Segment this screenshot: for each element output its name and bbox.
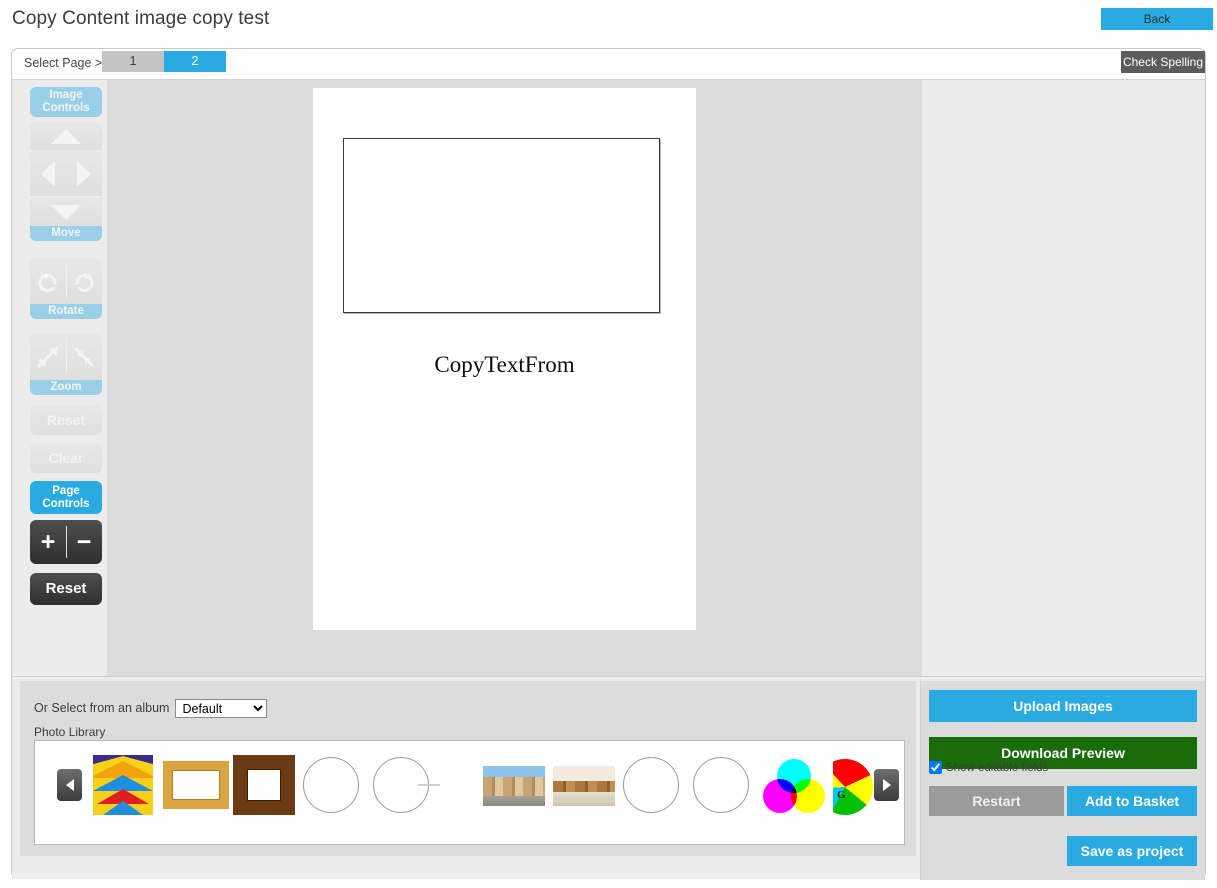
page-controls-label-line2: Controls (42, 498, 89, 511)
photo-library-panel: Or Select from an album Default Photo Lib… (20, 681, 916, 856)
restart-button[interactable]: Restart (929, 786, 1064, 816)
back-button[interactable]: Back (1101, 8, 1213, 30)
chevron-right-glyph (883, 779, 891, 791)
rotate-counterclockwise-icon[interactable] (35, 268, 61, 294)
image-placeholder-box[interactable] (343, 138, 660, 313)
select-page-label: Select Page > (24, 56, 102, 70)
album-select[interactable]: Default (175, 699, 267, 718)
page-title: Copy Content image copy test (12, 8, 269, 30)
arrow-up-icon (51, 129, 81, 144)
color-wheel-letter: G (837, 789, 846, 801)
canvas-area: CopyTextFrom (107, 80, 922, 677)
move-down-button[interactable] (30, 198, 102, 226)
page-tab-bar: Select Page > 1 2 Check Spelling (12, 49, 1205, 79)
apartment-building-photo-thumbnail[interactable] (483, 766, 545, 806)
photo-library-label: Photo Library (34, 725, 105, 739)
move-up-button[interactable] (30, 122, 102, 150)
empty-circle-thumbnail[interactable] (693, 757, 749, 813)
page-reset-button[interactable]: Reset (30, 573, 102, 605)
add-to-basket-button[interactable]: Add to Basket (1067, 786, 1197, 816)
arrow-left-icon[interactable] (41, 161, 55, 187)
image-clear-button[interactable]: Clear (30, 443, 102, 473)
color-wheel-thumbnail[interactable]: G (833, 759, 873, 815)
page-controls-header[interactable]: Page Controls (30, 481, 102, 514)
show-editable-fields-checkbox[interactable] (929, 761, 942, 774)
show-editable-fields-row[interactable]: Show editable fields (929, 761, 1048, 774)
image-controls-header[interactable]: Image Controls (30, 87, 102, 117)
color-wheel-disc (833, 759, 873, 815)
move-caption: Move (30, 226, 102, 241)
page-tab-1[interactable]: 1 (102, 51, 164, 72)
check-spelling-button[interactable]: Check Spelling (1121, 51, 1205, 73)
image-reset-button[interactable]: Reset (30, 405, 102, 435)
collapse-arrows-icon[interactable] (71, 344, 97, 370)
yellow-circle (791, 779, 825, 813)
rotate-buttons[interactable] (30, 258, 102, 304)
blank-line-thumbnail[interactable] (418, 784, 440, 786)
app-panel: Select Page > 1 2 Check Spelling Image C… (11, 48, 1206, 879)
thumbnail-strip: G (34, 740, 905, 845)
image-controls-label-line1: Image (49, 89, 82, 102)
divider (66, 340, 67, 374)
chevron-left-glyph (66, 779, 74, 791)
chevron-right-icon[interactable] (874, 769, 899, 801)
divider (66, 264, 67, 298)
upload-images-button[interactable]: Upload Images (929, 690, 1197, 722)
tool-rail: Image Controls Move (21, 80, 105, 670)
save-as-project-button[interactable]: Save as project (1067, 836, 1197, 866)
action-panel: Upload Images Download Preview Show edit… (920, 681, 1205, 880)
brown-picture-frame-thumbnail[interactable] (233, 755, 295, 815)
zoom-buttons[interactable] (30, 334, 102, 380)
zoom-caption: Zoom (30, 380, 102, 395)
workspace: Image Controls Move (12, 79, 1205, 676)
empty-circle-thumbnail[interactable] (303, 757, 359, 813)
rotate-clockwise-icon[interactable] (71, 268, 97, 294)
rotate-caption: Rotate (30, 304, 102, 319)
empty-circle-thumbnail[interactable] (623, 757, 679, 813)
page-zoom-out-button[interactable]: − (66, 520, 102, 564)
chevron-shape (103, 801, 143, 815)
canvas-text-block[interactable]: CopyTextFrom (313, 352, 696, 378)
show-editable-fields-label: Show editable fields (946, 762, 1048, 774)
arrow-right-icon[interactable] (77, 161, 91, 187)
album-selector-row: Or Select from an album Default (34, 699, 267, 718)
chevron-left-icon[interactable] (57, 769, 82, 801)
image-controls-label-line2: Controls (42, 102, 89, 115)
page-zoom-buttons[interactable]: + − (30, 520, 102, 564)
canvas-page[interactable]: CopyTextFrom (313, 88, 696, 630)
kitchen-interior-photo-thumbnail[interactable] (553, 766, 615, 806)
cmy-color-circles-thumbnail[interactable] (763, 759, 825, 815)
move-horizontal-buttons[interactable] (30, 152, 102, 196)
bottom-section: Or Select from an album Default Photo Lib… (12, 676, 1205, 879)
divider (66, 526, 67, 558)
gold-picture-frame-thumbnail[interactable] (163, 761, 229, 809)
album-label: Or Select from an album (34, 701, 169, 715)
page-zoom-in-button[interactable]: + (30, 520, 66, 564)
arrow-down-icon (51, 205, 81, 220)
page-controls-label-line1: Page (52, 485, 80, 498)
colorful-chevrons-thumbnail[interactable] (93, 755, 153, 815)
expand-arrows-icon[interactable] (35, 344, 61, 370)
app-header: Copy Content image copy test Back (0, 0, 1217, 42)
page-tab-2[interactable]: 2 (164, 51, 226, 72)
